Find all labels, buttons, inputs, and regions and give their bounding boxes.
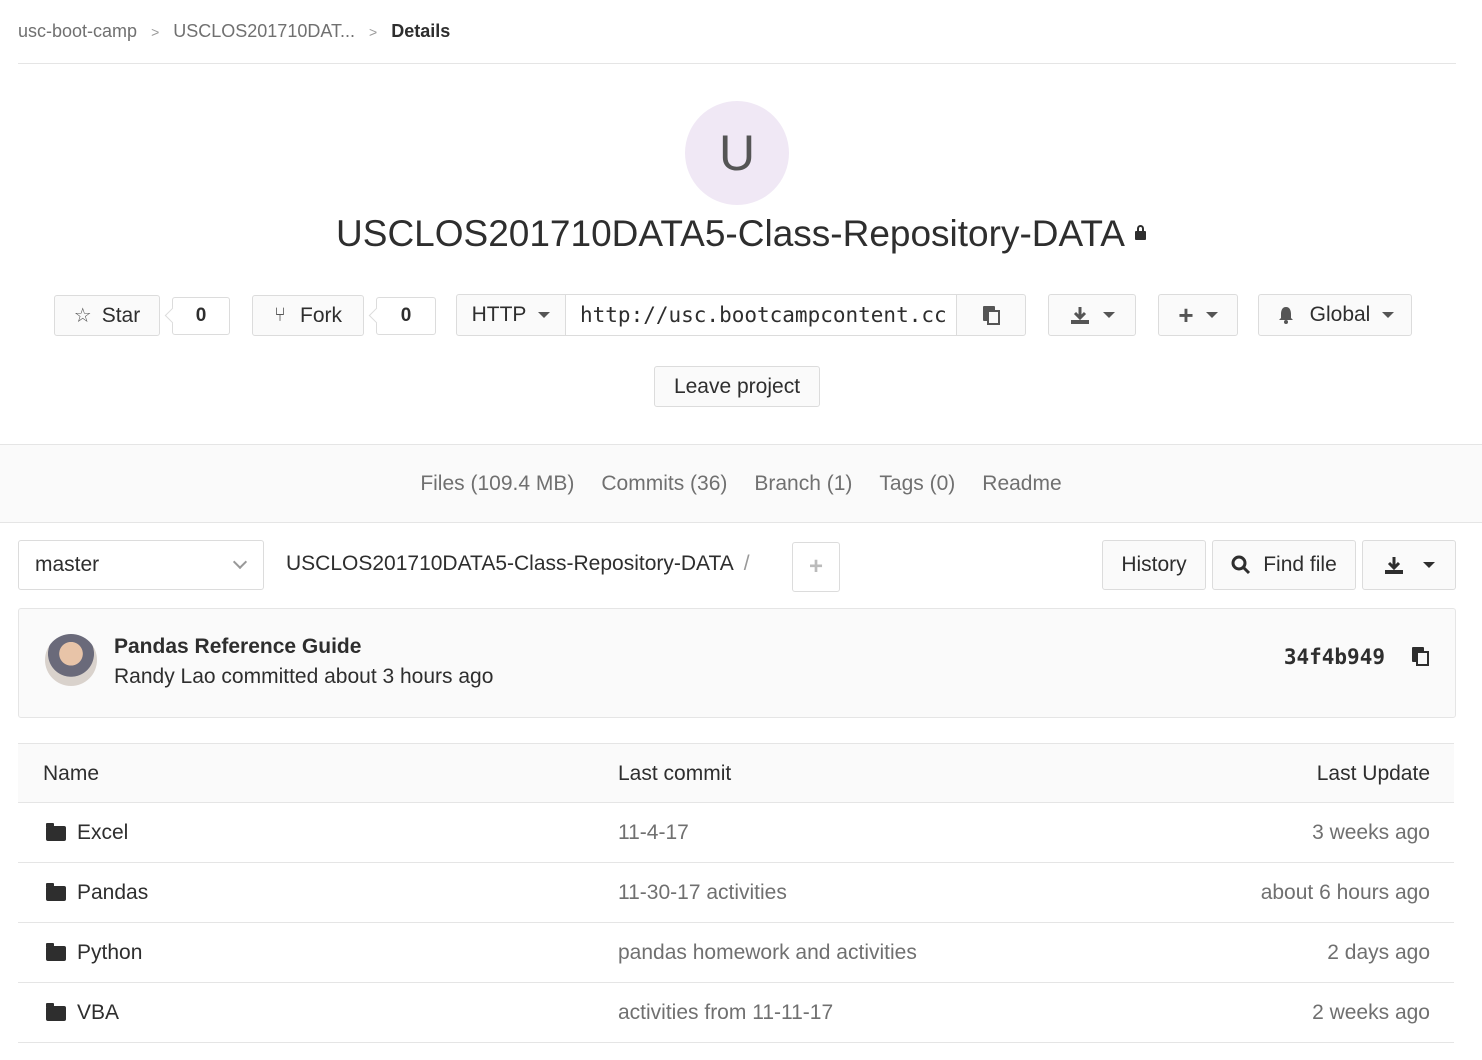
folder-icon <box>46 882 66 901</box>
find-file-button[interactable]: Find file <box>1212 540 1356 590</box>
add-to-tree-button[interactable]: + <box>792 542 840 592</box>
divider <box>0 522 1482 523</box>
table-row[interactable]: VBA activities from 11-11-17 2 weeks ago <box>18 983 1454 1043</box>
notification-level: Global <box>1309 303 1371 326</box>
caret-down-icon <box>538 312 551 318</box>
repo-path-root[interactable]: USCLOS201710DATA5-Class-Repository-DATA <box>286 552 734 575</box>
files-link[interactable]: Files (109.4 MB) <box>419 472 575 496</box>
commit-title[interactable]: Pandas Reference Guide <box>114 635 361 659</box>
branch-select-value: master <box>35 553 100 576</box>
commits-link[interactable]: Commits (36) <box>600 472 728 496</box>
plus-icon: + <box>1178 299 1194 330</box>
chevron-down-icon <box>232 554 248 570</box>
column-header-last-commit: Last commit <box>618 762 732 785</box>
breadcrumb-current: Details <box>391 21 451 41</box>
leave-project-button[interactable]: Leave project <box>654 366 820 407</box>
breadcrumb: usc-boot-camp > USCLOS201710DAT... > Det… <box>18 0 1456 64</box>
last-update-cell: 2 weeks ago <box>1312 1001 1430 1024</box>
folder-name[interactable]: Python <box>77 941 142 965</box>
chevron-right-icon: > <box>151 23 160 40</box>
folder-icon <box>46 942 66 961</box>
folder-name[interactable]: VBA <box>77 1001 119 1025</box>
fork-button[interactable]: ⑂ Fork <box>252 295 364 336</box>
file-name-cell[interactable]: Excel <box>43 821 128 845</box>
protocol-dropdown[interactable]: HTTP <box>456 294 566 336</box>
commit-message-cell[interactable]: pandas homework and activities <box>618 941 917 965</box>
last-update-cell: 3 weeks ago <box>1312 821 1430 844</box>
download-icon <box>1385 557 1403 574</box>
table-row[interactable]: Excel 11-4-17 3 weeks ago <box>18 803 1454 863</box>
new-item-dropdown[interactable]: + <box>1158 294 1238 336</box>
copy-url-button[interactable] <box>956 294 1026 336</box>
star-count[interactable]: 0 <box>172 297 230 335</box>
chevron-right-icon: > <box>369 23 378 40</box>
branch-link[interactable]: Branch (1) <box>753 472 853 496</box>
file-name-cell[interactable]: Python <box>43 941 142 965</box>
leave-project-label: Leave project <box>673 374 801 398</box>
file-name-cell[interactable]: Pandas <box>43 881 148 905</box>
folder-name[interactable]: Pandas <box>77 881 148 905</box>
branch-select[interactable]: master <box>18 540 264 590</box>
commit-sha[interactable]: 34f4b949 <box>1284 645 1385 669</box>
copy-sha-button[interactable] <box>1409 645 1431 672</box>
fork-count-value: 0 <box>400 305 412 326</box>
fork-icon: ⑂ <box>274 304 286 326</box>
commit-message-cell[interactable]: 11-30-17 activities <box>618 881 787 905</box>
avatar[interactable] <box>45 634 97 686</box>
last-commit-panel: Pandas Reference Guide Randy Lao committ… <box>18 608 1456 718</box>
folder-icon <box>46 1002 66 1021</box>
path-separator: / <box>743 552 750 575</box>
caret-down-icon <box>1423 562 1435 568</box>
caret-down-icon <box>1205 312 1218 318</box>
folder-icon <box>46 822 66 841</box>
commit-message-cell[interactable]: activities from 11-11-17 <box>618 1001 833 1025</box>
readme-link[interactable]: Readme <box>981 472 1062 496</box>
star-button[interactable]: ☆ Star <box>54 295 160 336</box>
table-row[interactable]: Pandas 11-30-17 activities about 6 hours… <box>18 863 1454 923</box>
search-icon <box>1231 555 1251 575</box>
star-count-value: 0 <box>195 305 207 326</box>
project-name: USCLOS201710DATA5-Class-Repository-DATA <box>336 213 1125 254</box>
history-label: History <box>1121 553 1187 576</box>
project-avatar: U <box>685 101 789 205</box>
protocol-label: HTTP <box>471 303 527 326</box>
clipboard-icon <box>1412 647 1429 666</box>
clone-url-input[interactable]: http://usc.bootcampcontent.cc <box>565 294 957 336</box>
clipboard-icon <box>983 306 1000 325</box>
tags-link[interactable]: Tags (0) <box>878 472 956 496</box>
commit-message-cell[interactable]: 11-4-17 <box>618 821 689 845</box>
repo-path: USCLOS201710DATA5-Class-Repository-DATA / <box>286 552 750 576</box>
fork-count[interactable]: 0 <box>376 297 436 335</box>
history-button[interactable]: History <box>1102 540 1206 590</box>
project-title: USCLOS201710DATA5-Class-Repository-DATA <box>0 213 1482 255</box>
caret-down-icon <box>1103 312 1115 318</box>
find-file-label: Find file <box>1263 553 1337 576</box>
star-icon: ☆ <box>73 305 92 327</box>
file-name-cell[interactable]: VBA <box>43 1001 119 1025</box>
project-stats-nav: Files (109.4 MB) Commits (36) Branch (1)… <box>0 472 1482 496</box>
lock-icon <box>1134 225 1146 240</box>
notification-dropdown[interactable]: Global <box>1258 294 1412 336</box>
commit-meta: Randy Lao committed about 3 hours ago <box>114 665 494 688</box>
bell-icon <box>1278 307 1293 324</box>
last-update-cell: 2 days ago <box>1327 941 1430 964</box>
download-dropdown[interactable] <box>1048 294 1136 336</box>
star-label: Star <box>101 303 141 327</box>
caret-down-icon <box>1382 312 1395 318</box>
folder-name[interactable]: Excel <box>77 821 128 845</box>
last-update-cell: about 6 hours ago <box>1260 881 1430 904</box>
project-avatar-letter: U <box>718 125 756 181</box>
table-header: Name Last commit Last Update <box>18 743 1454 803</box>
table-row[interactable]: Python pandas homework and activities 2 … <box>18 923 1454 983</box>
plus-icon: + <box>808 553 823 580</box>
breadcrumb-group-link[interactable]: usc-boot-camp <box>18 21 137 42</box>
column-header-last-update: Last Update <box>1316 762 1430 785</box>
column-header-name: Name <box>43 762 100 785</box>
breadcrumb-project-link[interactable]: USCLOS201710DAT... <box>173 21 355 42</box>
download-dropdown[interactable] <box>1362 540 1456 590</box>
download-icon <box>1071 307 1089 324</box>
fork-label: Fork <box>300 303 342 327</box>
